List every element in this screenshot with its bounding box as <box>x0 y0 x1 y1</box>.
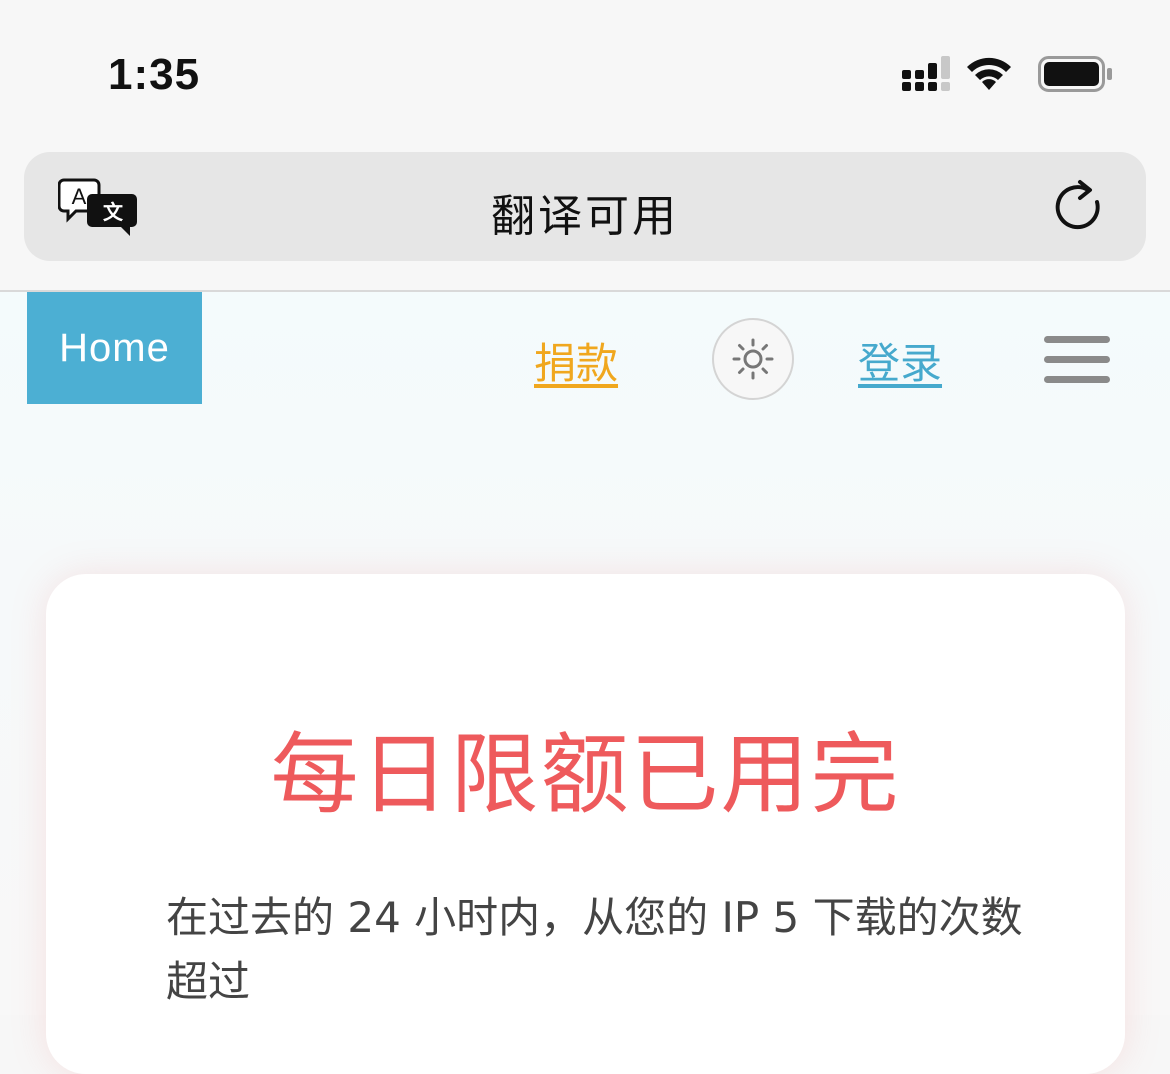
reload-icon[interactable] <box>1050 178 1106 236</box>
menu-line <box>1044 356 1110 363</box>
donate-link[interactable]: 捐款 <box>534 330 618 391</box>
hamburger-menu-icon[interactable] <box>1044 336 1110 386</box>
wifi-icon <box>967 57 1011 90</box>
battery-icon <box>1038 56 1112 92</box>
home-button[interactable]: Home <box>27 292 202 404</box>
status-time: 1:35 <box>108 50 201 99</box>
login-link[interactable]: 登录 <box>858 330 942 391</box>
theme-toggle-button[interactable] <box>712 318 794 400</box>
limit-card: 每日限额已用完 在过去的 24 小时内，从您的 IP 5 下载的次数超过 <box>46 574 1125 1074</box>
cellular-signal-icon <box>902 56 950 91</box>
limit-title: 每日限额已用完 <box>270 723 901 826</box>
limit-message: 在过去的 24 小时内，从您的 IP 5 下载的次数超过 <box>166 893 1023 1006</box>
address-title[interactable]: 翻译可用 <box>24 180 1146 244</box>
web-page: Home 捐款 登录 每日限额已用完 在过去的 24 小时内，从您的 IP 5 … <box>0 292 1170 1074</box>
status-bar: 1:35 <box>0 0 1170 140</box>
sun-icon <box>732 338 774 380</box>
address-bar[interactable]: A 文 翻译可用 <box>24 152 1146 261</box>
menu-line <box>1044 376 1110 383</box>
menu-line <box>1044 336 1110 343</box>
